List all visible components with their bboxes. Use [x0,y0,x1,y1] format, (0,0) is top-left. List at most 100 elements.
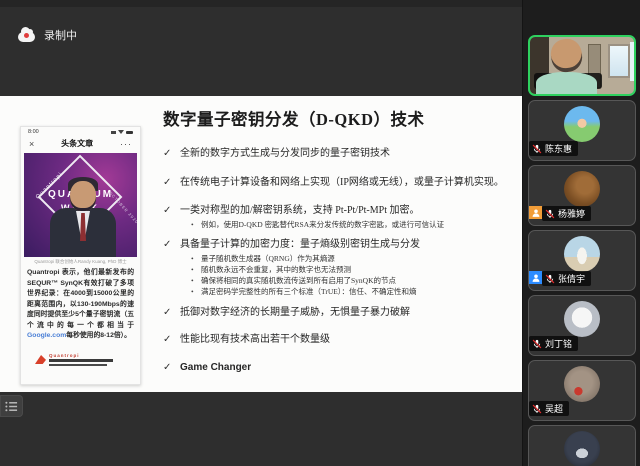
sub-bullet-list: • 量子随机数生成器（QRNG）作为其熵源 • 随机数永远不会重复，其中的数字也… [163,254,517,298]
quantropi-logo-icon [35,355,46,364]
sub-bullet-item: • 量子随机数生成器（QRNG）作为其熵源 [191,254,517,265]
avatar [564,366,600,402]
participant-name: 杨雅婷 [558,207,585,220]
sub-bullet-item: • 例如，使用D-QKD 密匙替代RSA来分发传统的数字密匙，或进行可信认证 [191,220,517,231]
bullet-item: ✓ Game Changer [163,361,517,375]
article-link: Google.com [27,332,66,339]
check-icon: ✓ [163,204,180,218]
side-panel-toggle-button[interactable] [0,395,23,417]
avatar [564,301,600,337]
bullet-text: 具备量子计算的加密力度：量子熵级别密钥生成与分发 [180,238,420,252]
bullet-item: ✓ 全新的数字方式生成与分发同步的量子密钥技术 [163,147,517,161]
bullet-item: ✓ 抵御对数字经济的长期量子威胁，无惧量子暴力破解 [163,306,517,320]
article-hero-image: Quantropi QUANTUM WEEK OCTOBER 2020 [24,153,137,257]
battery-icon [126,131,133,135]
participant-name-label: 陈东惠 [529,141,578,156]
slide-title: 数字量子密钥分发（D-QKD）技术 [163,106,517,130]
wifi-icon [118,130,124,134]
sub-bullet-item: • 确保将相同的真实随机数流传送到所有启用了SynQK的节点 [191,276,517,287]
bullet-item: ✓ 一类对称型的加/解密钥系统，支持 Pt-Pt/Pt-MPt 加密。 [163,204,517,218]
participant-name-label: 刘丁铭 [529,336,578,351]
slide-content: 数字量子密钥分发（D-QKD）技术 ✓ 全新的数字方式生成与分发同步的量子密钥技… [163,106,517,375]
meeting-window: 录制中 8:00 × 头条文章 ··· [0,0,640,466]
avatar [564,236,600,272]
phone-status-icons [111,130,133,134]
check-icon: ✓ [163,238,180,252]
paragraph-text: Quantropi 表示，他们最新发布的 SEQUR™ SynQK有效打破了多项… [27,269,134,329]
sub-bullet-text: 量子随机数生成器（QRNG）作为其熵源 [201,254,335,265]
sub-bullet-list: • 例如，使用D-QKD 密匙替代RSA来分发传统的数字密匙，或进行可信认证 [163,220,517,231]
phone-status-bar: 8:00 [21,127,140,135]
dot-icon: • [191,265,201,276]
participant-name: 吴超 [545,402,563,415]
bullet-text: 性能比现有技术高出若干个数量级 [180,333,330,347]
avatar [564,171,600,207]
recording-indicator: 录制中 [18,27,77,43]
mic-muted-icon [545,274,555,284]
participant-tile-gqwang[interactable]: GQWang [528,35,636,96]
recording-label: 录制中 [44,27,77,43]
participant-name: 陈东惠 [545,142,572,155]
presentation-slide: 8:00 × 头条文章 ··· Quantropi QUANTUM [0,96,522,392]
video-scene [608,44,630,78]
logo-tagline-bar2 [49,364,107,367]
avatar [564,431,600,466]
bullet-text: 抵御对数字经济的长期量子威胁，无惧量子暴力破解 [180,306,410,320]
person-icon [531,208,541,218]
logo-tagline-bar [49,359,113,362]
bullet-item: ✓ 具备量子计算的加密力度：量子熵级别密钥生成与分发 [163,238,517,252]
article-paragraph: Quantropi 表示，他们最新发布的 SEQUR™ SynQK有效打破了多项… [27,268,134,342]
article-title: 头条文章 [61,138,93,149]
mic-muted-icon [532,339,542,349]
participant-name: 刘丁铭 [545,337,572,350]
check-icon: ✓ [163,176,180,190]
bullet-text: 全新的数字方式生成与分发同步的量子密钥技术 [180,147,390,161]
window-top-strip [0,0,522,7]
video-scene [549,37,584,74]
mic-muted-icon [545,209,555,219]
participant-tile[interactable] [528,425,636,466]
sub-bullet-item: • 随机数永远不会重复，其中的数字也无法预测 [191,265,517,276]
participant-name-label: 杨雅婷 [542,206,591,221]
bullet-item: ✓ 在传统电子计算设备和网络上实现（IP网络或无线），或量子计算机实现。 [163,176,517,190]
participants-strip: GQWang 陈东惠 [522,0,640,466]
sub-bullet-text: 满足密码学完整性的所有三个标准（TrUE）：信任、不确定性和熵 [201,287,417,298]
screen-share-area: 录制中 8:00 × 头条文章 ··· [0,0,522,466]
image-caption: Quantropi 联合创始人Randy Kuang, PhD 博士 [25,259,136,265]
participant-name-label: 吴超 [529,401,569,416]
list-icon [4,400,19,413]
sub-bullet-text: 确保将相同的真实随机数流传送到所有启用了SynQK的节点 [201,276,396,287]
company-logo: Quantropi [35,353,140,367]
participant-tile[interactable]: 刘丁铭 [528,295,636,356]
check-icon: ✓ [163,361,180,375]
video-scene [536,72,596,96]
dot-icon: • [191,254,201,265]
bullet-text: 在传统电子计算设备和网络上实现（IP网络或无线），或量子计算机实现。 [180,176,504,190]
sub-bullet-text: 随机数永远不会重复，其中的数字也无法预测 [201,265,351,276]
phone-nav-bar: × 头条文章 ··· [21,135,140,153]
participant-name-label: 张倩宇 [542,271,591,286]
paragraph-text-after: 每秒使用的8-12倍）。 [66,332,131,339]
dot-icon: • [191,287,201,298]
bullet-text: 一类对称型的加/解密钥系统，支持 Pt-Pt/Pt-MPt 加密。 [180,204,419,218]
participant-tile[interactable]: 张倩宇 [528,230,636,291]
participant-tile[interactable]: 杨雅婷 [528,165,636,226]
more-icon: ··· [120,139,132,149]
dot-icon: • [191,276,201,287]
person-icon [531,273,541,283]
phone-screenshot: 8:00 × 头条文章 ··· Quantropi QUANTUM [20,126,141,385]
participant-role-badge [529,206,542,219]
mic-muted-icon [532,144,542,154]
close-icon: × [29,139,34,149]
video-scene [630,42,636,82]
check-icon: ✓ [163,333,180,347]
bullet-item: ✓ 性能比现有技术高出若干个数量级 [163,333,517,347]
participant-tile[interactable]: 陈东惠 [528,100,636,161]
avatar [564,106,600,142]
logo-brand-name: Quantropi [49,353,113,358]
sub-bullet-text: 例如，使用D-QKD 密匙替代RSA来分发传统的数字密匙，或进行可信认证 [201,220,444,231]
sub-bullet-item: • 满足密码学完整性的所有三个标准（TrUE）：信任、不确定性和熵 [191,287,517,298]
mic-muted-icon [532,404,542,414]
cloud-recording-icon [18,32,35,42]
participant-tile[interactable]: 吴超 [528,360,636,421]
